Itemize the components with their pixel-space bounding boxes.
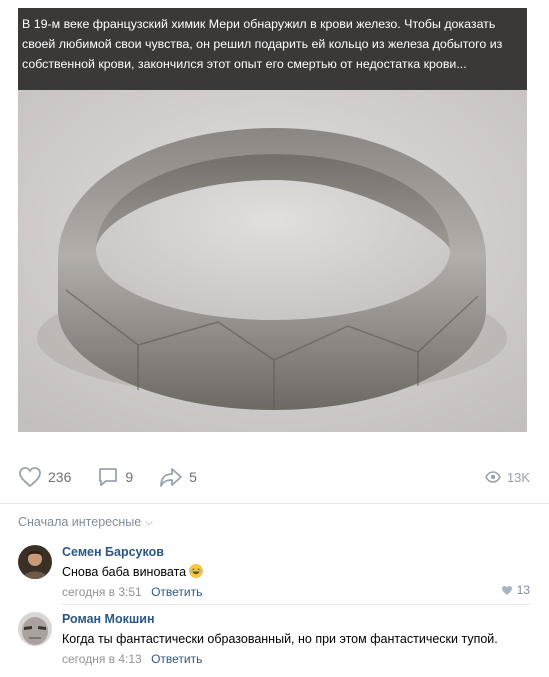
post-image[interactable]: В 19-м веке французский химик Мери обнар… xyxy=(18,8,527,432)
comment: Роман Мокшин Когда ты фантастически обра… xyxy=(18,612,530,667)
comment-text: Снова баба виновата xyxy=(62,564,530,580)
comment-like-button[interactable]: 13 xyxy=(501,583,530,597)
comment-icon xyxy=(99,468,118,486)
ring-photo xyxy=(18,90,527,432)
comments-sort[interactable]: Сначала интересные ⌵ xyxy=(18,515,153,529)
divider xyxy=(0,503,549,504)
comment-author[interactable]: Семен Барсуков xyxy=(62,545,530,559)
heart-icon xyxy=(19,467,41,488)
avatar[interactable] xyxy=(18,545,52,579)
reply-button[interactable]: Ответить xyxy=(151,652,202,666)
heart-icon xyxy=(501,585,512,595)
comment-time[interactable]: сегодня в 3:51 xyxy=(62,585,142,599)
comments-count: 9 xyxy=(125,469,134,485)
likes-count: 236 xyxy=(48,469,72,485)
comment-author[interactable]: Роман Мокшин xyxy=(62,612,530,626)
share-button[interactable]: 5 xyxy=(159,466,197,488)
reposts-count: 5 xyxy=(189,469,197,485)
post-actions: 236 9 5 13K xyxy=(18,462,530,492)
views-counter: 13K xyxy=(485,470,530,485)
comment-button[interactable]: 9 xyxy=(97,466,133,488)
views-count: 13K xyxy=(506,469,530,485)
comment-text-content: Снова баба виновата xyxy=(62,565,187,579)
chevron-down-icon: ⌵ xyxy=(145,516,153,528)
like-button[interactable]: 236 xyxy=(18,466,71,488)
sort-label: Сначала интересные xyxy=(18,515,142,529)
post-caption: В 19-м веке французский химик Мери обнар… xyxy=(18,8,527,90)
comment-likes-count: 13 xyxy=(516,583,530,597)
reply-button[interactable]: Ответить xyxy=(151,585,202,599)
eye-icon xyxy=(485,471,501,483)
laughing-emoji-icon xyxy=(189,564,204,578)
comment-body: Роман Мокшин Когда ты фантастически обра… xyxy=(62,612,530,666)
wall-post: В 19-м веке французский химик Мери обнар… xyxy=(0,0,549,677)
share-icon xyxy=(160,468,183,487)
comment-meta: сегодня в 4:13 Ответить xyxy=(62,652,530,666)
comment-time[interactable]: сегодня в 4:13 xyxy=(62,652,142,666)
comment: Семен Барсуков Снова баба виновата сегод… xyxy=(18,545,530,600)
comment-body: Семен Барсуков Снова баба виновата сегод… xyxy=(62,545,530,599)
comment-meta: сегодня в 3:51 Ответить xyxy=(62,585,530,599)
avatar[interactable] xyxy=(18,612,52,646)
comment-text: Когда ты фантастически образованный, но … xyxy=(62,632,498,646)
divider xyxy=(62,604,530,605)
